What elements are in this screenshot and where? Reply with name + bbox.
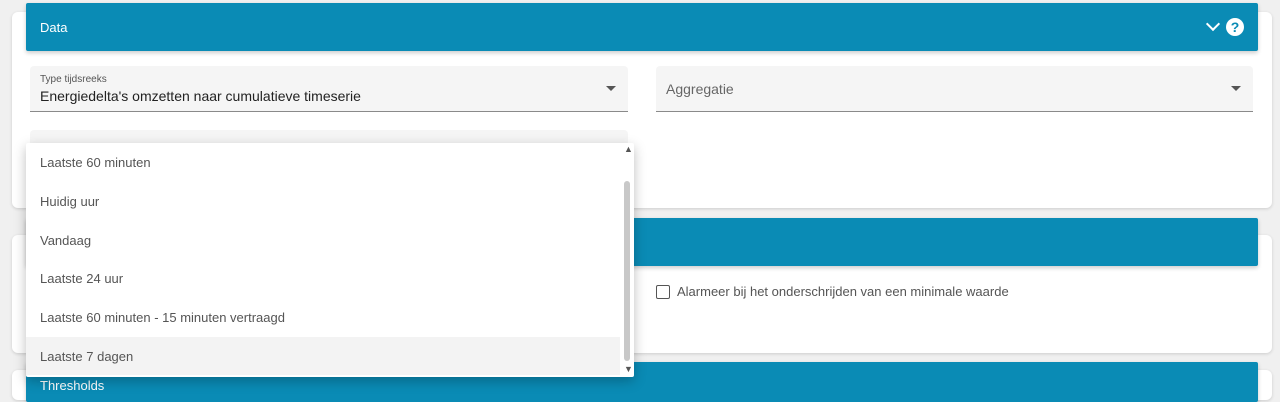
thresholds-panel-title: Thresholds xyxy=(40,378,105,393)
dropdown-option[interactable]: Vandaag xyxy=(26,221,620,259)
type-tijdsreeks-label: Type tijdsreeks xyxy=(40,74,107,85)
dropdown-option[interactable]: Laatste 60 minuten - 15 minuten vertraag… xyxy=(26,298,620,336)
min-alarm-label: Alarmeer bij het onderschrijden van een … xyxy=(677,284,1009,299)
dropdown-option[interactable]: Laatste 60 minuten xyxy=(26,143,620,181)
dropdown-scrollbar[interactable]: ▲ ▼ xyxy=(622,143,633,377)
scroll-down-icon[interactable]: ▼ xyxy=(624,364,633,374)
type-tijdsreeks-select[interactable]: Type tijdsreeks Energiedelta's omzetten … xyxy=(30,66,628,112)
dropdown-option[interactable]: Laatste 24 uur xyxy=(26,259,620,297)
dropdown-arrow-icon xyxy=(606,86,616,91)
scroll-up-icon[interactable]: ▲ xyxy=(624,144,633,154)
aggregatie-placeholder: Aggregatie xyxy=(666,81,734,97)
help-icon[interactable]: ? xyxy=(1226,18,1244,36)
dropdown-option-highlighted[interactable]: Laatste 7 dagen xyxy=(26,337,620,375)
scrollbar-thumb[interactable] xyxy=(624,181,630,361)
type-tijdsreeks-value: Energiedelta's omzetten naar cumulatieve… xyxy=(40,88,361,104)
dropdown-arrow-icon xyxy=(1231,86,1241,91)
aggregatie-select[interactable]: Aggregatie xyxy=(656,66,1253,112)
min-alarm-checkbox[interactable] xyxy=(656,285,670,299)
data-panel-title: Data xyxy=(40,20,68,35)
chevron-down-icon[interactable] xyxy=(1205,16,1221,32)
data-panel-header[interactable]: Data ? xyxy=(26,3,1258,51)
dropdown-option[interactable]: Huidig uur xyxy=(26,182,620,220)
time-window-dropdown: Laatste 60 minuten Huidig uur Vandaag La… xyxy=(26,143,634,377)
